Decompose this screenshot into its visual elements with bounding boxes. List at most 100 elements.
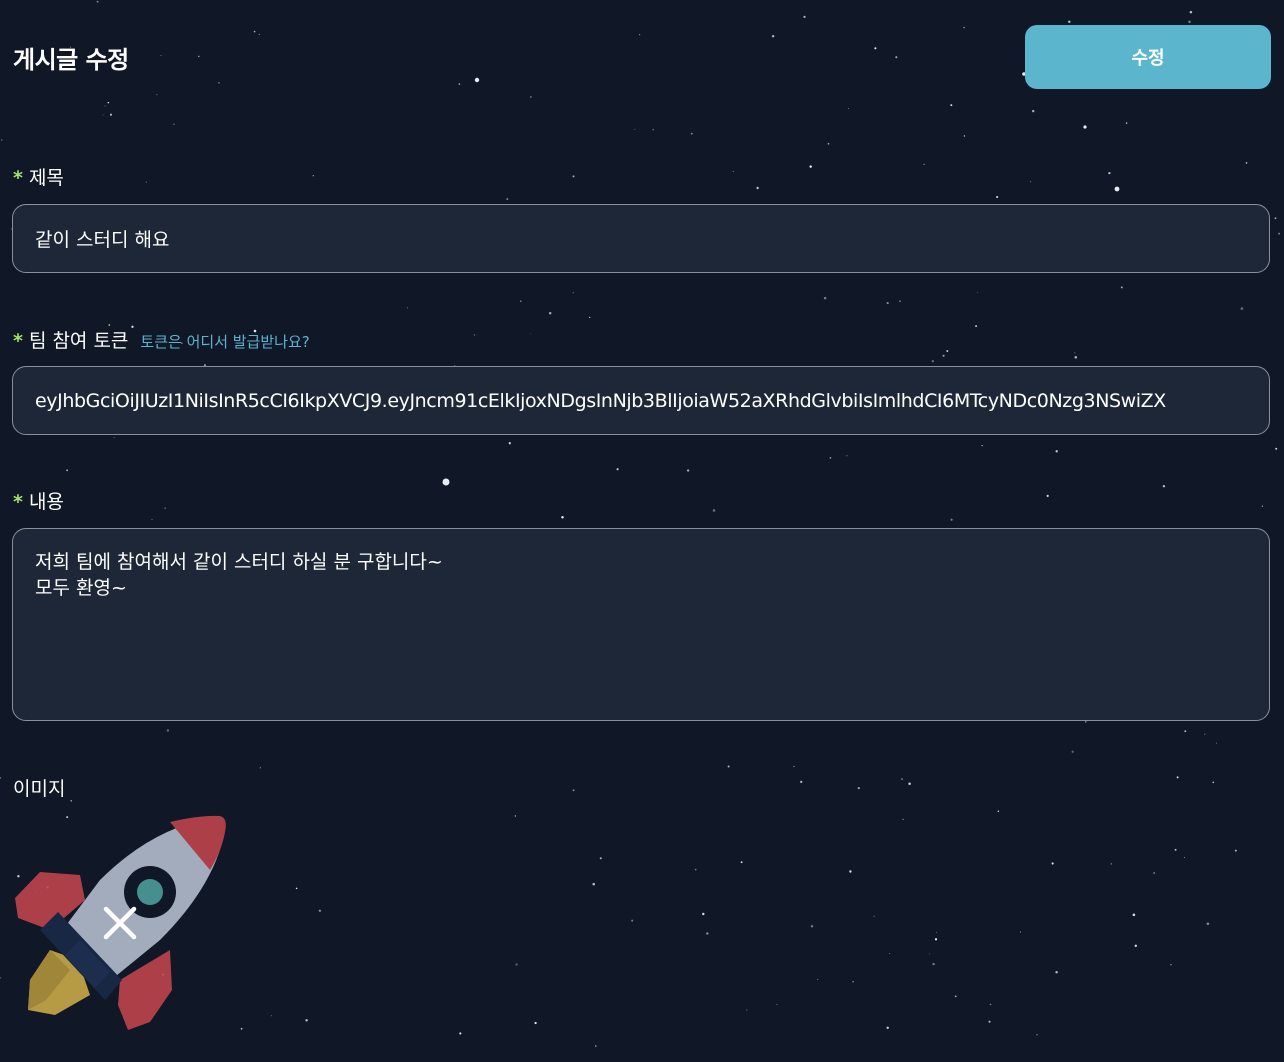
star bbox=[145, 181, 147, 183]
star bbox=[929, 953, 931, 955]
star bbox=[0, 977, 1, 979]
star bbox=[975, 325, 978, 328]
token-help-link[interactable]: 토큰은 어디서 발급받나요? bbox=[140, 331, 309, 352]
star bbox=[1174, 848, 1177, 851]
star bbox=[312, 174, 315, 177]
star bbox=[923, 163, 925, 165]
star bbox=[997, 810, 1000, 813]
star bbox=[599, 857, 602, 860]
submit-button[interactable]: 수정 bbox=[1025, 25, 1271, 89]
star bbox=[1153, 872, 1155, 874]
star bbox=[1134, 944, 1138, 947]
star bbox=[902, 818, 904, 821]
star bbox=[756, 186, 759, 190]
star bbox=[1125, 122, 1128, 124]
star bbox=[595, 1045, 597, 1047]
star bbox=[442, 478, 450, 486]
star bbox=[295, 887, 298, 890]
star bbox=[107, 101, 110, 104]
star bbox=[823, 296, 827, 300]
star bbox=[810, 925, 814, 928]
star bbox=[0, 777, 2, 779]
star bbox=[706, 932, 709, 935]
star bbox=[989, 1003, 992, 1006]
star bbox=[508, 442, 511, 445]
star bbox=[506, 198, 509, 201]
star bbox=[889, 952, 891, 955]
star bbox=[218, 82, 220, 84]
star bbox=[109, 113, 113, 116]
star bbox=[1055, 450, 1058, 453]
star bbox=[908, 782, 911, 786]
star bbox=[164, 507, 167, 510]
star bbox=[874, 47, 877, 50]
star bbox=[548, 311, 552, 315]
star bbox=[1261, 505, 1264, 507]
token-input[interactable] bbox=[12, 366, 1270, 435]
star bbox=[976, 292, 978, 293]
star bbox=[950, 518, 953, 521]
star bbox=[259, 767, 261, 769]
title-field-label: * 제목 bbox=[13, 163, 64, 190]
star bbox=[104, 105, 106, 107]
close-icon[interactable] bbox=[101, 904, 139, 942]
star bbox=[1031, 109, 1035, 113]
star bbox=[963, 135, 966, 137]
star bbox=[66, 469, 69, 472]
star bbox=[946, 349, 949, 353]
star bbox=[0, 139, 3, 141]
star bbox=[1074, 352, 1076, 354]
star bbox=[270, 1015, 272, 1017]
star bbox=[631, 919, 634, 922]
content-textarea[interactable]: 저희 팀에 참여해서 같이 스터디 하실 분 구합니다~ 모두 환영~ bbox=[12, 528, 1270, 721]
token-field-label: * 팀 참여 토큰 토큰은 어디서 발급받나요? bbox=[13, 326, 310, 353]
star bbox=[1189, 10, 1193, 14]
star bbox=[886, 1026, 889, 1030]
star bbox=[253, 30, 256, 33]
star bbox=[950, 104, 953, 107]
star bbox=[515, 963, 518, 966]
star bbox=[1036, 1034, 1038, 1036]
star bbox=[1162, 485, 1166, 488]
star bbox=[1215, 742, 1217, 744]
star bbox=[473, 334, 476, 336]
star bbox=[1055, 970, 1058, 974]
title-label-text: 제목 bbox=[28, 167, 64, 189]
star bbox=[746, 1009, 748, 1011]
star bbox=[1132, 913, 1136, 917]
star bbox=[102, 114, 104, 116]
star bbox=[407, 307, 408, 309]
star bbox=[530, 333, 532, 335]
star bbox=[458, 83, 461, 85]
star bbox=[1068, 20, 1071, 24]
content-field-label: * 내용 bbox=[13, 487, 64, 514]
star bbox=[988, 1020, 991, 1023]
star bbox=[1176, 776, 1179, 779]
title-input[interactable] bbox=[12, 204, 1270, 273]
star bbox=[817, 978, 819, 980]
star bbox=[1184, 730, 1187, 733]
star bbox=[166, 729, 170, 732]
star bbox=[809, 165, 812, 168]
star bbox=[113, 437, 115, 439]
star bbox=[873, 915, 875, 917]
star bbox=[954, 995, 957, 998]
star bbox=[1170, 963, 1172, 966]
image-field-label: 이미지 bbox=[13, 778, 66, 800]
star bbox=[616, 468, 619, 471]
star bbox=[173, 123, 175, 126]
star bbox=[197, 55, 200, 58]
star bbox=[639, 34, 641, 36]
star bbox=[652, 129, 654, 131]
page-title: 게시글 수정 bbox=[13, 46, 129, 74]
content-label-text: 내용 bbox=[28, 491, 64, 513]
star bbox=[258, 33, 260, 35]
star bbox=[561, 516, 564, 519]
star bbox=[899, 300, 901, 302]
star bbox=[857, 786, 860, 790]
star bbox=[240, 1027, 243, 1030]
star bbox=[776, 1003, 778, 1005]
star bbox=[829, 457, 832, 459]
star bbox=[931, 360, 934, 363]
star bbox=[846, 455, 848, 457]
